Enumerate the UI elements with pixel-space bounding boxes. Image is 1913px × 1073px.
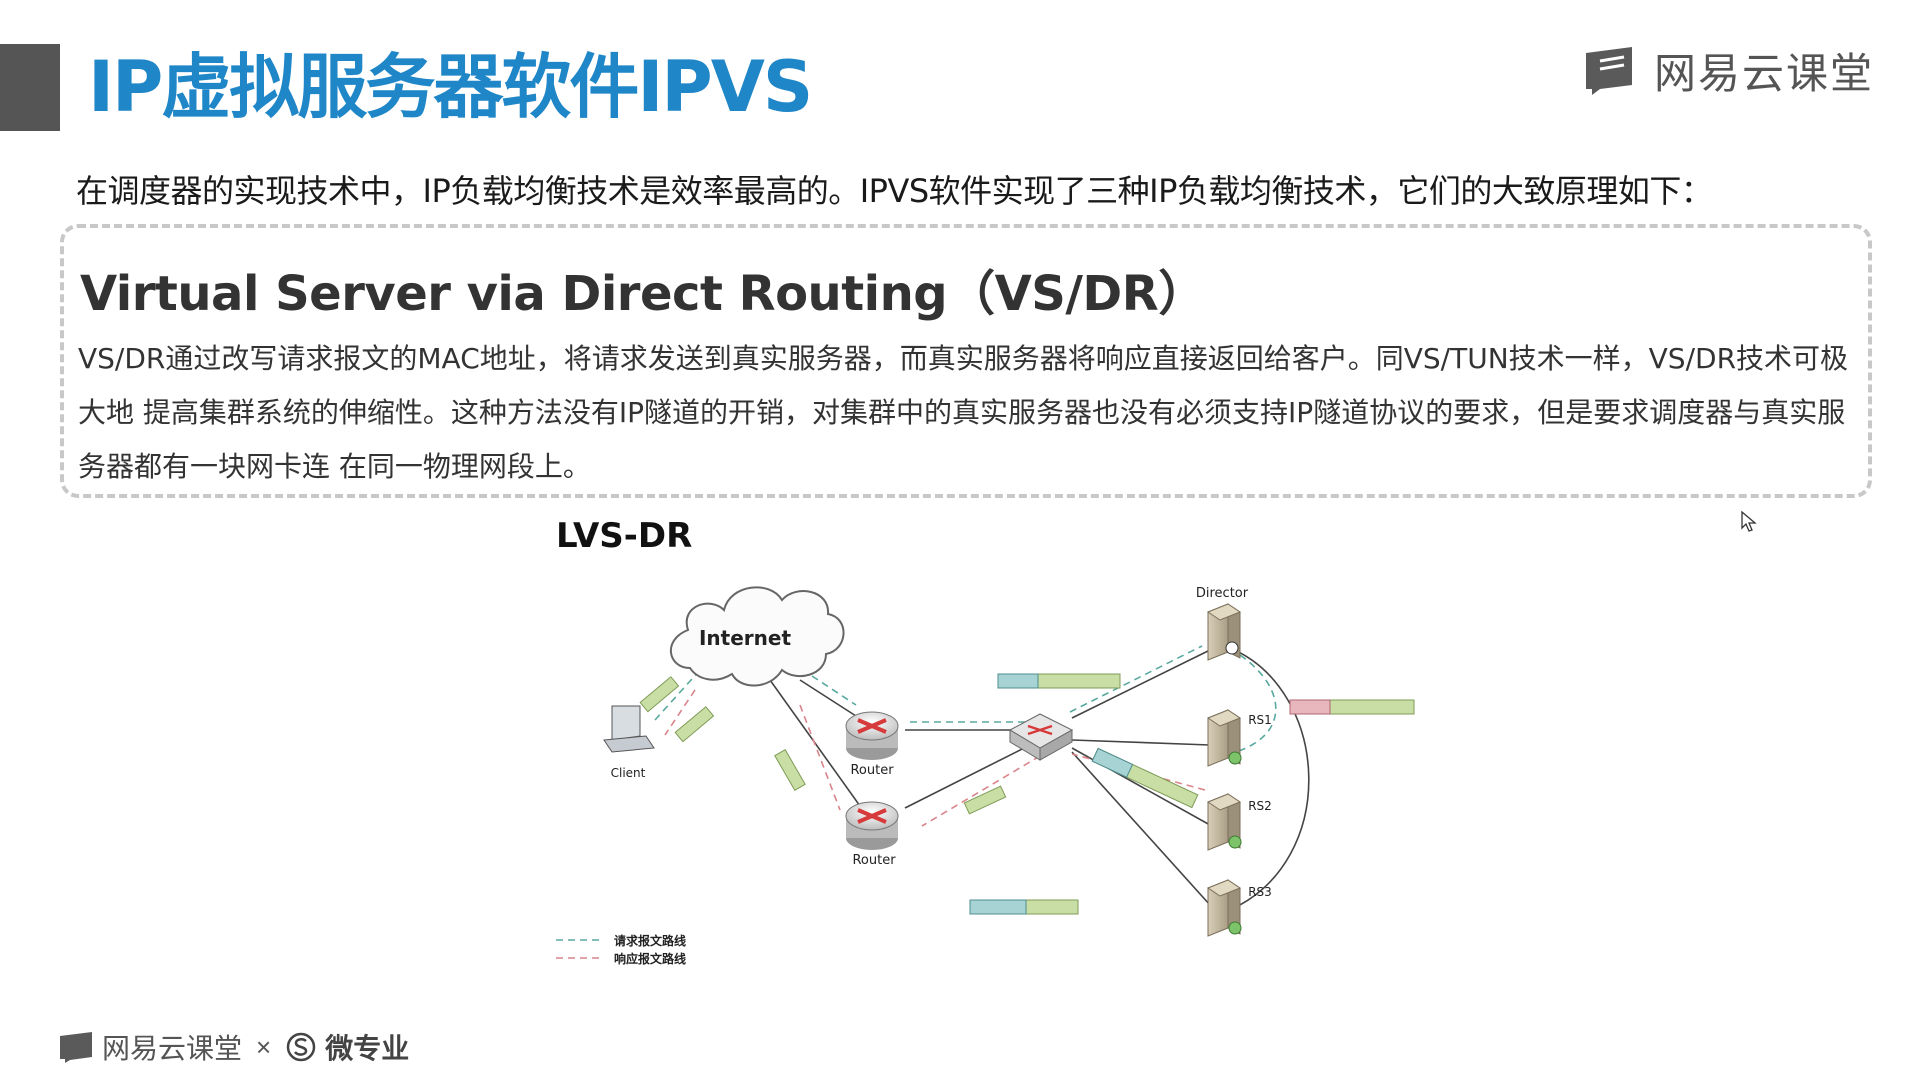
section-body: VS/DR通过改写请求报文的MAC地址，将请求发送到真实服务器，而真实服务器将响… [78, 342, 1849, 483]
router-bottom-label: Router [852, 853, 896, 868]
internet-cloud: Internet [669, 586, 845, 687]
netease-cloud-classroom-logo-icon [60, 1032, 92, 1063]
server-icon: RS2 [1206, 793, 1272, 851]
client-laptop-icon: Client [603, 705, 655, 780]
title-accent-bar [0, 44, 60, 131]
diagram-legend: 请求报文路线 响应报文路线 [556, 933, 686, 966]
server-icon: RS3 [1206, 879, 1272, 937]
footer-brand: 网易云课堂 [102, 1032, 243, 1065]
switch-icon [1008, 713, 1074, 761]
router-icon: Router [845, 801, 899, 868]
director-label: Director [1196, 586, 1249, 601]
diagram-label: LVS-DR [556, 516, 693, 556]
micro-major-logo-icon [286, 1032, 316, 1062]
client-label: Client [611, 766, 646, 780]
intro-text: 在调度器的实现技术中，IP负载均衡技术是效率最高的。IPVS软件实现了三种IP负… [76, 172, 1713, 210]
vs-dr-box: Virtual Server via Direct Routing（VS/DR）… [60, 224, 1872, 498]
packet-tags [639, 673, 1415, 915]
request-route [654, 645, 1277, 756]
footer: 网易云课堂 × 微专业 [58, 1026, 409, 1068]
rs3-label: RS3 [1248, 885, 1272, 899]
brand: 网易云课堂 [1582, 42, 1874, 98]
rs1-label: RS1 [1248, 713, 1272, 727]
footer-partner: 微专业 [325, 1032, 410, 1065]
section-heading: Virtual Server via Direct Routing（VS/DR） [80, 266, 1206, 322]
footer-separator: × [256, 1031, 272, 1062]
router-icon: Router [845, 711, 899, 778]
internet-label: Internet [699, 626, 791, 650]
rs2-label: RS2 [1248, 799, 1272, 813]
netease-cloud-classroom-logo-icon [1586, 47, 1632, 95]
slide-title: IP虚拟服务器软件IPVS [88, 46, 813, 128]
legend-response-label: 响应报文路线 [614, 951, 686, 966]
legend-request-label: 请求报文路线 [614, 933, 686, 948]
server-icon: Director [1196, 586, 1249, 661]
server-icon: RS1 [1206, 709, 1272, 767]
router-top-label: Router [850, 763, 894, 778]
brand-name: 网易云课堂 [1654, 48, 1875, 98]
lvs-dr-diagram: Internet Client Router Router Director R… [556, 586, 1415, 966]
network-links [769, 647, 1310, 911]
mouse-cursor-icon [1741, 510, 1757, 532]
response-route [664, 689, 1206, 827]
